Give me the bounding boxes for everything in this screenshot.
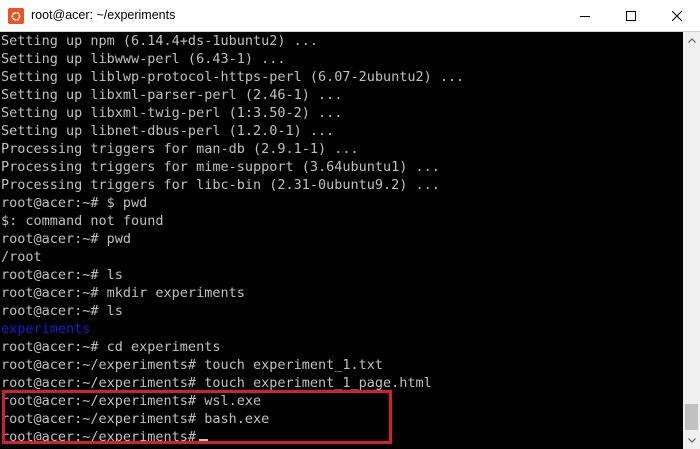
terminal-output[interactable]: Setting up npm (6.14.4+ds-1ubuntu2) ... … [0, 32, 683, 449]
terminal-line: Setting up libnet-dbus-perl (1.2.0-1) ..… [1, 123, 335, 139]
ubuntu-logo-icon [8, 8, 24, 24]
terminal-line: Setting up libwww-perl (6.43-1) ... [1, 51, 286, 67]
terminal-line: root@acer:~# $ pwd [1, 195, 148, 211]
directory-listing: experiments [1, 321, 91, 337]
chevron-down-icon [687, 438, 696, 443]
terminal-line: Setting up npm (6.14.4+ds-1ubuntu2) ... [1, 33, 318, 49]
chevron-up-icon [687, 38, 696, 43]
scroll-down-button[interactable] [683, 432, 700, 449]
scroll-up-button[interactable] [683, 32, 700, 49]
terminal-line: Processing triggers for man-db (2.9.1-1)… [1, 141, 359, 157]
close-icon [672, 11, 682, 21]
title-bar[interactable]: root@acer: ~/experiments [0, 0, 700, 32]
highlight-annotation [2, 390, 392, 444]
vertical-scrollbar[interactable] [683, 32, 700, 449]
terminal-line: Setting up liblwp-protocol-https-perl (6… [1, 69, 465, 85]
terminal-line: Processing triggers for mime-support (3.… [1, 159, 440, 175]
maximize-icon [626, 11, 636, 21]
minimize-icon [580, 16, 590, 17]
minimize-button[interactable] [562, 0, 608, 32]
scroll-thumb[interactable] [685, 404, 698, 430]
terminal-line: Setting up libxml-twig-perl (1:3.50-2) .… [1, 105, 343, 121]
terminal-line: root@acer:~/experiments# touch experimen… [1, 357, 384, 373]
terminal-line: root@acer:~# pwd [1, 231, 132, 247]
terminal-line: root@acer:~# cd experiments [1, 339, 221, 355]
terminal-line: Processing triggers for libc-bin (2.31-0… [1, 177, 440, 193]
close-button[interactable] [654, 0, 700, 32]
terminal-line: /root [1, 249, 42, 265]
terminal-line: Setting up libxml-parser-perl (2.46-1) .… [1, 87, 343, 103]
terminal-line: $: command not found [1, 213, 164, 229]
terminal-line: root@acer:~# ls [1, 267, 123, 283]
window-title: root@acer: ~/experiments [31, 8, 176, 22]
maximize-button[interactable] [608, 0, 654, 32]
terminal-line: root@acer:~# ls [1, 303, 123, 319]
terminal-line: root@acer:~# mkdir experiments [1, 285, 245, 301]
